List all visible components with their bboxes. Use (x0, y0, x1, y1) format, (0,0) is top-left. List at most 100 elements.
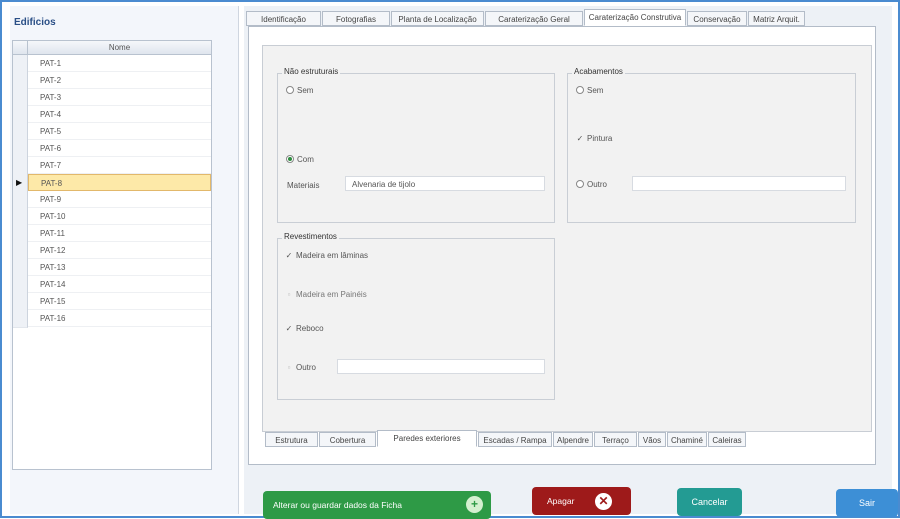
subtab-caleiras[interactable]: Caleiras (708, 432, 746, 447)
row-name-cell[interactable]: PAT-1 (28, 55, 211, 72)
delete-button[interactable]: Apagar ✕ (532, 487, 631, 515)
madeira-paineis-label: Madeira em Painéis (296, 290, 367, 299)
table-row[interactable]: PAT-7 (13, 157, 211, 175)
table-row[interactable]: PAT-3 (13, 89, 211, 107)
tab-carateriza-o-geral[interactable]: Caraterização Geral (485, 11, 583, 26)
table-row[interactable]: PAT-14 (13, 276, 211, 294)
row-header[interactable] (13, 191, 28, 209)
acab-sem-label: Sem (587, 86, 604, 95)
rev-outro-checkbox[interactable]: ▫ Outro (285, 363, 316, 372)
tab-planta-de-localiza-o[interactable]: Planta de Localização (391, 11, 484, 26)
row-name-cell[interactable]: PAT-4 (28, 106, 211, 123)
row-name-cell[interactable]: PAT-8 (28, 174, 211, 191)
row-name-cell[interactable]: PAT-2 (28, 72, 211, 89)
row-header[interactable] (13, 310, 28, 328)
row-name-cell[interactable]: PAT-5 (28, 123, 211, 140)
row-name-cell[interactable]: PAT-10 (28, 208, 211, 225)
row-header[interactable] (13, 259, 28, 277)
row-header[interactable] (13, 157, 28, 175)
row-name-cell[interactable]: PAT-3 (28, 89, 211, 106)
subtab-terra-o[interactable]: Terraço (594, 432, 637, 447)
materiais-field[interactable]: Alvenaria de tijolo (345, 176, 545, 191)
pintura-checkbox[interactable]: ✓ Pintura (576, 134, 613, 143)
row-header[interactable] (13, 55, 28, 73)
subtab-v-os[interactable]: Vãos (638, 432, 666, 447)
tab-fotografias[interactable]: Fotografias (322, 11, 390, 26)
table-row[interactable]: PAT-6 (13, 140, 211, 158)
cancel-button[interactable]: Cancelar (677, 488, 742, 516)
revestimentos-group (277, 238, 555, 400)
subtab-chamin-[interactable]: Chaminé (667, 432, 707, 447)
table-row[interactable]: PAT-15 (13, 293, 211, 311)
tab-conserva-o[interactable]: Conservação (687, 11, 747, 26)
row-header[interactable] (13, 123, 28, 141)
check-icon: ✓ (285, 324, 293, 333)
row-name-cell[interactable]: PAT-12 (28, 242, 211, 259)
table-row[interactable]: PAT-10 (13, 208, 211, 226)
com-radio[interactable]: Com (286, 155, 314, 164)
subtab-alpendre[interactable]: Alpendre (553, 432, 593, 447)
row-header[interactable] (13, 106, 28, 124)
table-row[interactable]: PAT-4 (13, 106, 211, 124)
sem-label: Sem (297, 86, 314, 95)
tab-identifica-o[interactable]: Identificação (246, 11, 321, 26)
acabamentos-title: Acabamentos (572, 67, 625, 76)
radio-icon (286, 86, 294, 94)
pintura-label: Pintura (587, 134, 613, 143)
reboco-label: Reboco (296, 324, 324, 333)
tab-matriz-arquit-[interactable]: Matriz Arquit. (748, 11, 805, 26)
madeira-laminas-checkbox[interactable]: ✓ Madeira em lâminas (285, 251, 368, 260)
row-name-cell[interactable]: PAT-15 (28, 293, 211, 310)
row-name-cell[interactable]: PAT-6 (28, 140, 211, 157)
acabamentos-group (567, 73, 856, 223)
row-name-cell[interactable]: PAT-14 (28, 276, 211, 293)
check-icon: ✓ (576, 134, 584, 143)
exit-button[interactable]: Sair (836, 489, 898, 517)
table-row[interactable]: PAT-16 (13, 310, 211, 328)
radio-icon (576, 180, 584, 188)
row-name-cell[interactable]: PAT-7 (28, 157, 211, 174)
acab-outro-option[interactable]: Outro (576, 180, 607, 189)
buildings-grid[interactable]: Nome PAT-1 PAT-2 PAT-3 PAT-4 PAT-5 PAT-6 PAT-7… (12, 40, 212, 470)
table-row[interactable]: PAT-5 (13, 123, 211, 141)
madeira-paineis-checkbox[interactable]: ▫ Madeira em Painéis (285, 290, 367, 299)
row-name-cell[interactable]: PAT-9 (28, 191, 211, 208)
tab-carateriza-o-construtiva[interactable]: Caraterização Construtiva (584, 9, 686, 26)
row-header[interactable] (13, 276, 28, 294)
acab-outro-field[interactable] (632, 176, 846, 191)
row-pointer-icon: ▶ (16, 178, 23, 187)
nao-estruturais-group (277, 73, 555, 223)
radio-checked-icon (286, 155, 294, 163)
table-row[interactable]: PAT-12 (13, 242, 211, 260)
row-header[interactable] (13, 140, 28, 158)
reboco-checkbox[interactable]: ✓ Reboco (285, 324, 324, 333)
row-header[interactable] (13, 208, 28, 226)
table-row[interactable]: PAT-1 (13, 55, 211, 73)
table-row[interactable]: PAT-2 (13, 72, 211, 90)
column-header-nome[interactable]: Nome (28, 43, 211, 52)
rev-outro-field[interactable] (337, 359, 545, 374)
table-row[interactable]: PAT-11 (13, 225, 211, 243)
save-button[interactable]: Alterar ou guardar dados da Ficha + (263, 491, 491, 519)
subtab-cobertura[interactable]: Cobertura (319, 432, 376, 447)
row-header[interactable] (13, 225, 28, 243)
subtab-paredes-exteriores[interactable]: Paredes exteriores (377, 430, 477, 447)
row-header[interactable] (13, 89, 28, 107)
table-row[interactable]: PAT-13 (13, 259, 211, 277)
nao-estruturais-title: Não estruturais (282, 67, 341, 76)
sem-radio[interactable]: Sem (286, 86, 313, 95)
close-circle-icon: ✕ (594, 492, 613, 511)
check-icon: ✓ (285, 251, 293, 260)
row-name-cell[interactable]: PAT-13 (28, 259, 211, 276)
row-name-cell[interactable]: PAT-11 (28, 225, 211, 242)
row-header[interactable] (13, 293, 28, 311)
table-row[interactable]: ▶ PAT-8 (13, 174, 211, 192)
subtab-estrutura[interactable]: Estrutura (265, 432, 318, 447)
row-header[interactable] (13, 72, 28, 90)
row-name-cell[interactable]: PAT-16 (28, 310, 211, 327)
table-row[interactable]: PAT-9 (13, 191, 211, 209)
acab-sem-option[interactable]: Sem (576, 86, 603, 95)
subtab-escadas-rampa[interactable]: Escadas / Rampa (478, 432, 552, 447)
row-header[interactable]: ▶ (13, 174, 28, 192)
row-header[interactable] (13, 242, 28, 260)
